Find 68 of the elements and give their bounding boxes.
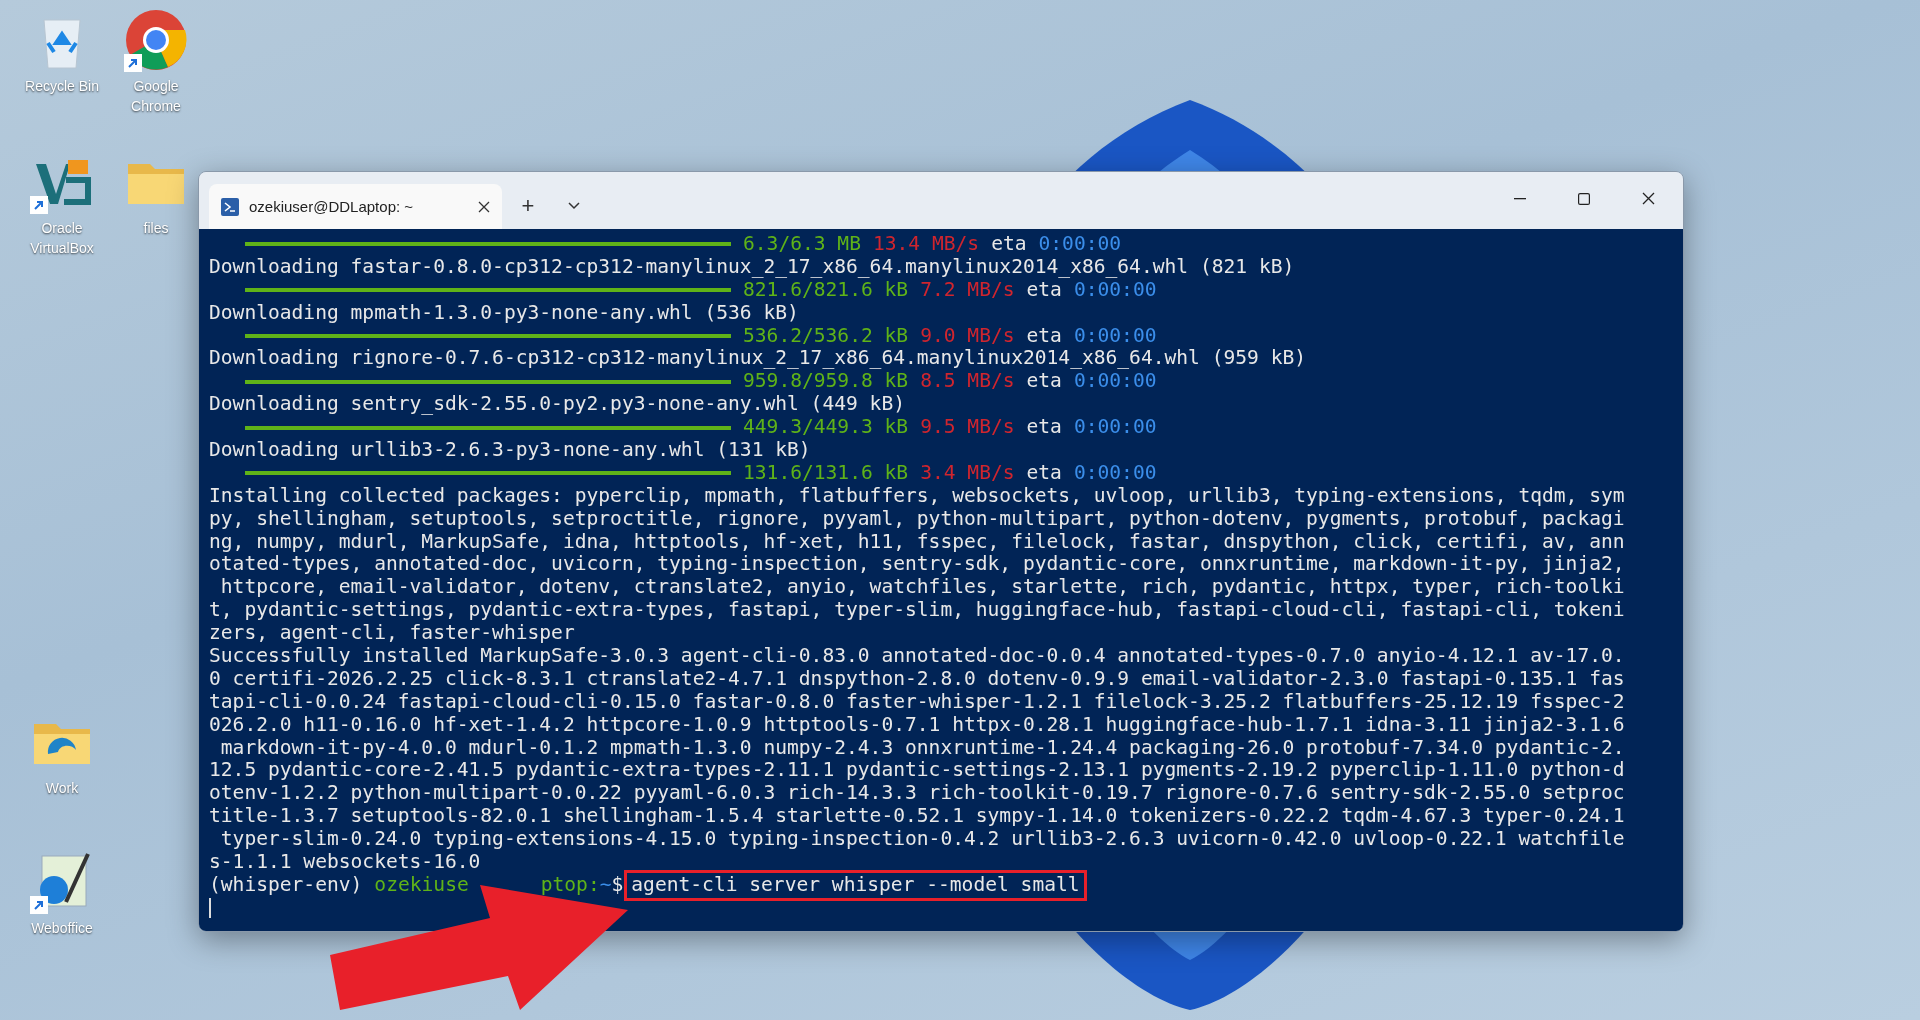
eta-time: 0:00:00 — [1073, 461, 1157, 485]
desktop-icon-label[interactable]: Work — [45, 778, 79, 798]
download-size: 821.6/821.6 kB — [743, 278, 909, 302]
eta-label: eta — [1026, 461, 1062, 485]
text-cursor — [209, 898, 211, 919]
chevron-down-icon — [568, 202, 580, 210]
eta-label: eta — [1026, 370, 1062, 394]
prompt-path: ~ — [599, 873, 612, 897]
terminal-line: Downloading fastar-0.8.0-cp312-cp312-manylinux_2_17_x86_64.manylinux2014_x86_64.whl (821 kB) — [209, 255, 1295, 279]
prompt-user: ozekiuse — [374, 873, 469, 897]
eta-label: eta — [991, 233, 1027, 256]
terminal-line: py, shellingham, setuptools, setproctitle, rignore, pyyaml, python-multipart, python-dotenv, pygments, protobuf, packagi — [209, 507, 1625, 531]
eta-time: 0:00:00 — [1038, 233, 1122, 256]
prompt-host: ptop: — [540, 873, 600, 897]
terminal-line: httpcore, email-validator, dotenv, ctranslate2, anyio, watchfiles, starlette, rich, pydantic, httpx, typer, rich-toolki — [219, 576, 1625, 600]
eta-label: eta — [1026, 416, 1062, 440]
terminal-line: s-1.1.1 websockets-16.0 — [209, 851, 481, 874]
chrome-icon — [124, 8, 188, 72]
terminal-line: Downloading mpmath-1.3.0-py3-none-any.whl (536 kB) — [209, 301, 799, 325]
eta-label: eta — [1026, 324, 1062, 348]
close-icon[interactable] — [478, 200, 490, 213]
download-size: 959.8/959.8 kB — [743, 370, 909, 394]
eta-time: 0:00:00 — [1073, 370, 1157, 394]
download-speed: 8.5 MB/s — [920, 370, 1015, 394]
download-speed: 7.2 MB/s — [920, 278, 1015, 302]
download-size: 449.3/449.3 kB — [743, 416, 909, 440]
terminal-line: title-1.3.7 setuptools-82.0.1 shellingham-1.5.4 starlette-0.52.1 sympy-1.14.0 tokenizers-0.22.2 tqdm-4.67.3 typer-0.24.1 — [209, 805, 1625, 829]
terminal-line: Downloading sentry_sdk-2.55.0-py2.py3-none-any.whl (449 kB) — [209, 393, 905, 417]
desktop-icon-label[interactable]: Recycle Bin — [25, 76, 99, 96]
terminal-line: tapi-cli-0.0.24 fastapi-cloud-cli-0.15.0 fastar-0.8.0 faster-whisper-1.2.1 filelock-3.25.2 flatbuffers-25.12.19 fsspec-2 — [209, 690, 1625, 714]
terminal-line: 0 certifi-2026.2.25 click-8.3.1 ctranslate2-4.7.1 dnspython-2.8.0 dotenv-0.9.9 email-validator-2.3.0 fastapi-0.135.1 fas — [209, 667, 1625, 691]
terminal-tab[interactable]: ozekiuser@DDLaptop: ~ — [209, 184, 502, 229]
eta-label: eta — [1026, 278, 1062, 302]
minimize-icon — [1514, 197, 1526, 200]
terminal-line: Downloading rignore-0.7.6-cp312-cp312-manylinux_2_17_x86_64.manylinux2014_x86_64.whl (959 kB) — [209, 347, 1307, 371]
download-size: 6.3/6.3 MB — [743, 233, 861, 256]
terminal-line: typer-slim-0.24.0 typing-extensions-4.15.0 typing-inspection-0.4.2 urllib3-2.6.3 uvicorn-0.42.0 uvloop-0.22.1 watchfile — [219, 828, 1625, 852]
terminal-line: t, pydantic-settings, pydantic-extra-types, fastapi, typer-slim, huggingface-hub, fastapi-cloud-cli, fastapi-cli, tokeni — [209, 599, 1625, 623]
download-size: 131.6/131.6 kB — [743, 461, 909, 485]
terminal-line: 12.5 pydantic-core-2.41.5 pydantic-extra-types-2.11.1 pydantic-settings-2.13.1 pygments-2.19.2 pyperclip-1.11.0 python-d — [209, 759, 1625, 783]
command-text: agent-cli server whisper --model small — [627, 872, 1084, 898]
terminal-line: otated-types, annotated-doc, uvicorn, typing-inspection, sentry-sdk, pydantic-core, onnxruntime, markdown-it-py, jinja2, — [209, 553, 1625, 577]
desktop-icon-label[interactable]: Oracle VirtualBox — [14, 218, 110, 258]
download-speed: 3.4 MB/s — [920, 461, 1015, 485]
maximize-icon — [1578, 192, 1590, 205]
desktop-icon-label[interactable]: Weboffice — [31, 918, 93, 938]
desktop-icon-label[interactable]: Google Chrome — [108, 76, 204, 116]
terminal-line: ng, numpy, mdurl, MarkupSafe, idna, httptools, hf-xet, h11, fsspec, filelock, fastar, dnspython, click, certifi, av, ann — [209, 530, 1625, 554]
terminal-line: Installing collected packages: pyperclip, mpmath, flatbuffers, websockets, uvloop, urllib3, typing-extensions, tqdm, sym — [209, 484, 1625, 508]
close-icon — [1641, 192, 1655, 205]
terminal-line: zers, agent-cli, faster-whisper — [209, 622, 575, 646]
eta-time: 0:00:00 — [1073, 278, 1157, 302]
download-speed: 9.0 MB/s — [920, 324, 1015, 348]
powershell-icon — [221, 197, 239, 216]
terminal-line: markdown-it-py-4.0.0 mdurl-0.1.2 mpmath-1.3.0 numpy-2.4.3 onnxruntime-1.24.4 packaging-26.0 protobuf-7.34.0 pydantic-2. — [219, 736, 1625, 760]
download-size: 536.2/536.2 kB — [743, 324, 909, 348]
prompt-sign: $ — [611, 873, 624, 897]
terminal-line: Downloading urllib3-2.6.3-py3-none-any.whl (131 kB) — [209, 439, 811, 462]
new-tab-button[interactable]: + — [508, 187, 548, 225]
terminal-line: 026.2.0 h11-0.16.0 hf-xet-1.4.2 httpcore-1.0.9 httptools-0.7.1 httpx-0.28.1 huggingface-hub-1.7.1 idna-3.11 jinja2-3.1.6 — [209, 713, 1625, 737]
desktop-icon-label[interactable]: files — [143, 218, 169, 238]
prompt-env: (whisper-env) — [209, 873, 363, 897]
download-speed: 9.5 MB/s — [920, 416, 1015, 440]
eta-time: 0:00:00 — [1073, 324, 1157, 348]
terminal-line: otenv-1.2.2 python-multipart-0.0.22 pyyaml-6.0.3 rich-14.3.3 rich-toolkit-0.19.7 rignore-0.7.6 sentry-sdk-2.55.0 setproc — [209, 782, 1625, 806]
terminal-line: Successfully installed MarkupSafe-3.0.3 agent-cli-0.83.0 annotated-doc-0.0.4 annotated-types-0.7.0 anyio-4.12.1 av-17.0. — [209, 645, 1625, 668]
eta-time: 0:00:00 — [1073, 416, 1157, 440]
download-speed: 13.4 MB/s — [872, 233, 980, 256]
